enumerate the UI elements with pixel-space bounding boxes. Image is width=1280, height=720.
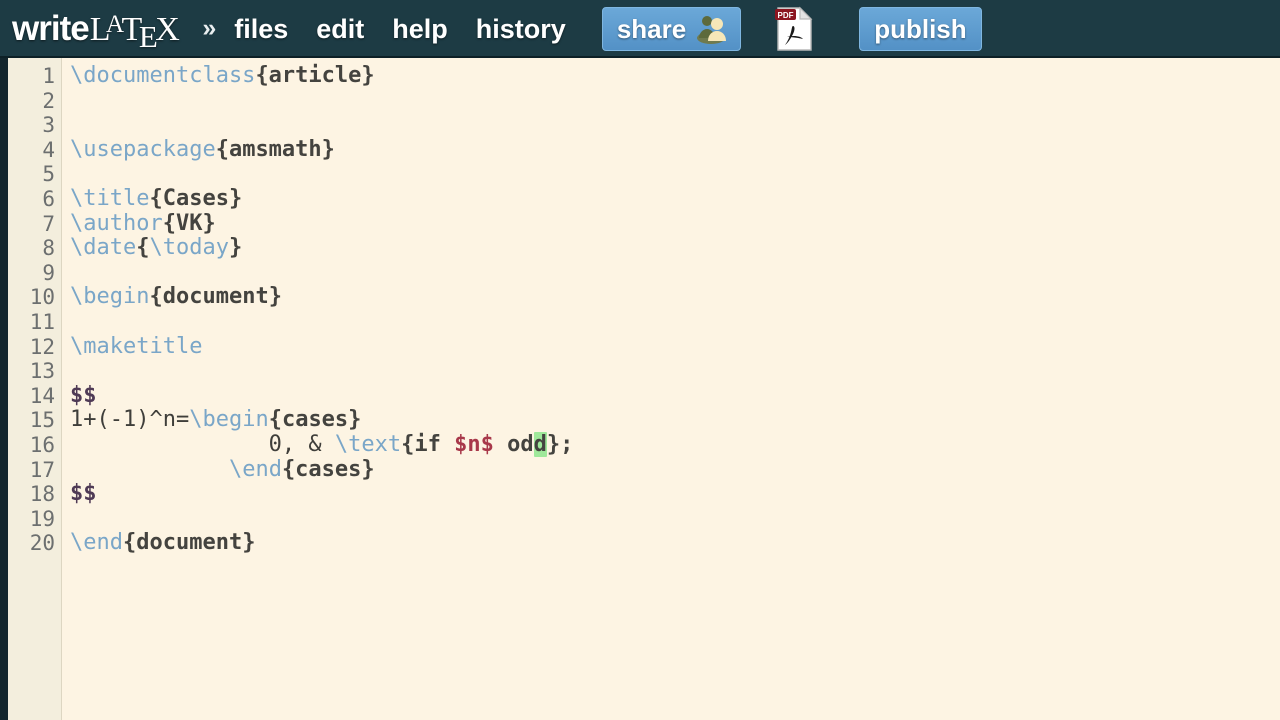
line-number: 8: [42, 236, 55, 261]
code-line[interactable]: [70, 113, 1280, 138]
code-line[interactable]: [70, 261, 1280, 286]
top-navigation-bar: write LATEX » files edit help history sh…: [0, 0, 1280, 58]
line-number: 17: [29, 457, 55, 482]
code-token: $n$: [454, 431, 494, 457]
code-token: od: [493, 431, 534, 457]
code-line[interactable]: 0, & \text{if $n$ odd};: [70, 431, 1280, 458]
code-token: \author: [70, 210, 163, 236]
code-line[interactable]: \begin{document}: [70, 285, 1280, 310]
code-token: $$: [70, 481, 97, 507]
code-token: {cases}: [281, 456, 375, 482]
publish-button[interactable]: publish: [859, 7, 982, 51]
logo-letter-e: E: [138, 19, 158, 54]
code-line[interactable]: \documentclass{article}: [70, 63, 1280, 89]
line-number: 13: [29, 359, 55, 384]
line-number: 2: [42, 88, 55, 113]
code-line[interactable]: \usepackage{amsmath}: [70, 136, 1280, 163]
code-token: \begin: [70, 284, 150, 310]
code-token: {document}: [122, 530, 256, 556]
code-line[interactable]: [70, 89, 1280, 114]
logo-letter-x: X: [155, 11, 180, 48]
writelatex-logo[interactable]: write LATEX: [12, 9, 180, 54]
code-token: \maketitle: [70, 333, 203, 359]
line-number: 5: [42, 162, 55, 187]
expand-chevron-icon[interactable]: »: [202, 15, 216, 41]
line-number: 3: [42, 113, 55, 138]
code-line[interactable]: \author{VK}: [70, 210, 1280, 237]
code-token: {VK}: [162, 210, 216, 236]
menu-item-edit[interactable]: edit: [316, 15, 364, 43]
code-token: \begin: [189, 407, 269, 433]
text-cursor-highlight: d: [533, 431, 547, 457]
code-token: \text: [334, 431, 402, 457]
code-token: {article}: [255, 63, 375, 88]
writelatex-app: write LATEX » files edit help history sh…: [0, 0, 1280, 720]
logo-letter-t: T: [121, 11, 143, 48]
line-number: 4: [42, 137, 55, 162]
code-token: \usepackage: [70, 136, 216, 162]
code-token: 0, &: [70, 431, 335, 457]
code-token: }: [228, 235, 243, 261]
code-token: \title: [70, 185, 150, 211]
code-line[interactable]: 1+(-1)^n=\begin{cases}: [70, 408, 1280, 433]
menu-item-help[interactable]: help: [392, 15, 448, 43]
logo-write-text: write: [12, 9, 90, 48]
code-token: {amsmath}: [215, 136, 335, 162]
share-button-label: share: [616, 13, 687, 44]
publish-button-label: publish: [874, 13, 967, 44]
line-number: 10: [29, 285, 55, 310]
code-token: \end: [70, 530, 123, 556]
line-number: 18: [29, 482, 55, 507]
menu-item-files[interactable]: files: [234, 15, 288, 43]
code-line[interactable]: \date{\today}: [70, 235, 1280, 261]
code-token: \date: [70, 235, 137, 261]
code-token: {cases}: [268, 407, 362, 433]
code-token: \today: [149, 235, 229, 261]
line-number: 20: [29, 531, 55, 556]
code-token: 1+(-1)^n=: [70, 407, 190, 433]
code-token: \end: [228, 456, 282, 482]
logo-latex-text: LATEX: [90, 11, 180, 54]
code-content-area[interactable]: \documentclass{article} \usepackage{amsm…: [70, 58, 1280, 556]
latex-source-editor[interactable]: 1 2 3 4 5 6 7 8 9 10 11 12 13 14 15 16 17 18 19 20 \documen…: [0, 58, 1280, 720]
line-number: 19: [29, 506, 55, 531]
line-number: 1: [42, 64, 55, 88]
line-number-gutter: 1 2 3 4 5 6 7 8 9 10 11 12 13 14 15 16 17 18 19 20: [8, 58, 62, 720]
two-people-icon: [697, 16, 727, 44]
pdf-document-icon[interactable]: PDF: [775, 6, 813, 52]
code-token: {if: [401, 431, 455, 457]
code-token: \documentclass: [70, 63, 256, 88]
code-token: {document}: [149, 284, 282, 310]
code-line[interactable]: \end{cases}: [70, 456, 1280, 483]
code-token: $$: [70, 382, 97, 408]
menu-item-history[interactable]: history: [476, 15, 566, 43]
line-number: 11: [29, 309, 55, 334]
code-token: {: [136, 235, 150, 261]
line-number: 12: [29, 334, 55, 359]
code-line[interactable]: \end{document}: [70, 530, 1280, 556]
line-number: 15: [29, 408, 55, 433]
code-token: {Cases}: [149, 185, 243, 211]
code-line[interactable]: \maketitle: [70, 333, 1280, 360]
code-token: };: [546, 431, 574, 457]
line-number: 16: [29, 432, 55, 457]
code-line[interactable]: [70, 310, 1280, 335]
line-number: 7: [42, 211, 55, 236]
code-line[interactable]: $$: [70, 382, 1280, 409]
code-line[interactable]: [70, 507, 1280, 532]
logo-letter-a: A: [105, 11, 124, 38]
line-number-list: 1 2 3 4 5 6 7 8 9 10 11 12 13 14 15 16 17 18 19 20: [8, 58, 62, 556]
editor-left-rail: [0, 58, 8, 720]
code-line[interactable]: $$: [70, 481, 1280, 507]
line-number: 9: [42, 260, 55, 285]
pdf-icon-label: PDF: [778, 11, 794, 20]
code-line[interactable]: [70, 162, 1280, 187]
code-line[interactable]: \title{Cases}: [70, 185, 1280, 212]
share-button[interactable]: share: [601, 7, 742, 51]
line-number: 6: [42, 186, 55, 211]
line-number: 14: [29, 383, 55, 408]
code-line[interactable]: [70, 359, 1280, 384]
